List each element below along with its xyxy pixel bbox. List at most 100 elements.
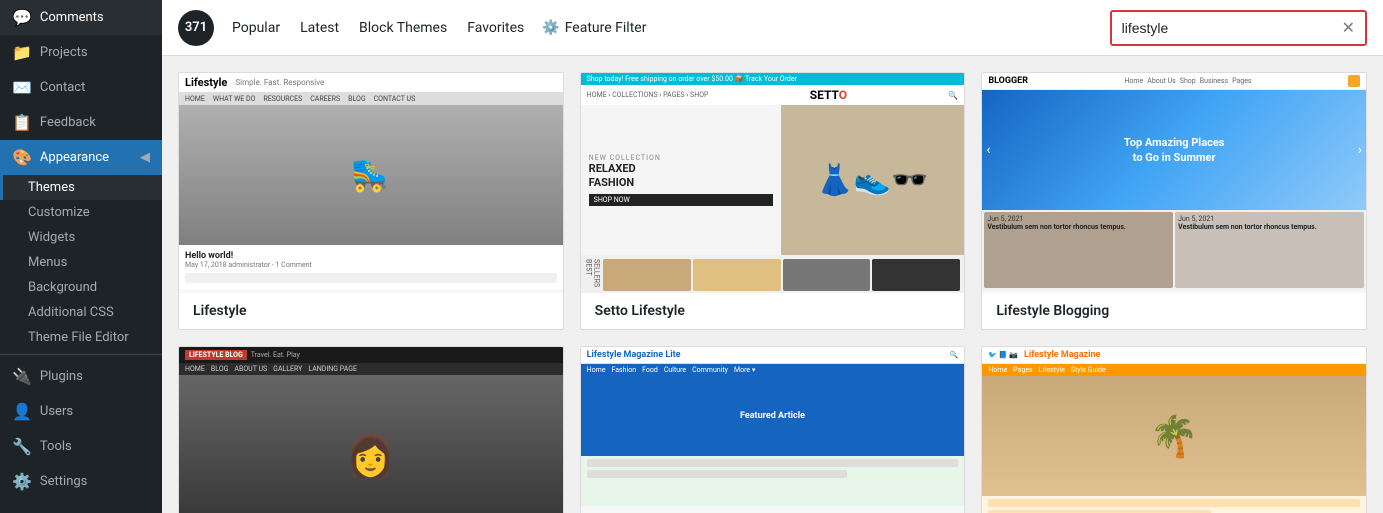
sim-setto-main: NEW COLLECTION RELAXEDFASHION SHOP NOW 👗… xyxy=(581,105,965,255)
sim-lm-hero-img: 🌴 xyxy=(1149,413,1199,460)
theme-card-lifestyle-mag-lite[interactable]: Lifestyle Magazine Lite 🔍 Home Fashion F… xyxy=(580,346,966,513)
sidebar-divider xyxy=(0,354,162,355)
sim-nav-bar: HOME WHAT WE DO RESOURCES CAREERS BLOG C… xyxy=(179,93,563,105)
tab-favorites[interactable]: Favorites xyxy=(465,16,526,40)
sidebar-item-label: Contact xyxy=(40,80,85,95)
sim-grid-1: Jun 5, 2021 Vestibulum sem non tortor rh… xyxy=(984,212,1173,288)
tab-latest[interactable]: Latest xyxy=(298,16,341,40)
theme-sim-setto: Shop today! Free shipping on order over … xyxy=(581,73,965,293)
tab-popular[interactable]: Popular xyxy=(230,16,282,40)
sim-nav-what: WHAT WE DO xyxy=(213,95,256,103)
theme-card-lifestyle-mag[interactable]: 🐦 📘 📷 Lifestyle Magazine Home Pages Life… xyxy=(981,346,1367,513)
skate-emoji: 🛼 xyxy=(351,156,391,194)
sim-nav-contact: CONTACT US xyxy=(374,95,416,103)
sim-lm-nav-lifestyle: Lifestyle xyxy=(1039,366,1065,374)
sim-grid-title-1: Vestibulum sem non tortor rhoncus tempus… xyxy=(987,223,1170,231)
sim-post-excerpt xyxy=(185,273,557,283)
sim-grid-2: Jun 5, 2021 Vestibulum sem non tortor rh… xyxy=(1175,212,1364,288)
sidebar-item-contact[interactable]: ✉️ Contact xyxy=(0,70,162,105)
sim-grid-date-1: Jun 5, 2021 xyxy=(987,215,1170,223)
sim-ml-header: Lifestyle Magazine Lite 🔍 xyxy=(581,347,965,364)
sim-ml-line2 xyxy=(587,470,847,478)
sim-lm-logo: Lifestyle Magazine xyxy=(1024,350,1100,360)
sim-tagline: Simple. Fast. Responsive xyxy=(235,78,324,87)
theme-title-setto: Setto Lifestyle xyxy=(581,293,965,329)
sim-search-icon-sim: 🔍 xyxy=(948,91,958,100)
sidebar-item-settings[interactable]: ⚙️ Settings xyxy=(0,464,162,499)
users-icon: 👤 xyxy=(12,402,32,421)
settings-icon: ⚙️ xyxy=(12,472,32,491)
tools-icon: 🔧 xyxy=(12,437,32,456)
sidebar-item-background[interactable]: Background xyxy=(0,275,162,300)
sidebar-item-menus[interactable]: Menus xyxy=(0,250,162,275)
feedback-icon: 📋 xyxy=(12,113,32,132)
sidebar-subitem-label: Additional CSS xyxy=(28,305,114,320)
sim-lb-logo-bar: LIFESTYLE BLOG Travel. Eat. Play xyxy=(179,347,563,363)
sidebar-item-theme-file-editor[interactable]: Theme File Editor xyxy=(0,325,162,350)
sim-lm-nav-style: Style Guide xyxy=(1071,366,1106,374)
sidebar-item-additional-css[interactable]: Additional CSS xyxy=(0,300,162,325)
sim-collection-label: NEW COLLECTION xyxy=(589,154,773,162)
sidebar-item-comments[interactable]: 💬 Comments xyxy=(0,0,162,35)
sim-best-label: BEST SELLERS xyxy=(585,259,601,291)
sim-product-3 xyxy=(783,259,871,291)
theme-title-blogger: Lifestyle Blogging xyxy=(982,293,1366,329)
sim-lb-logo: LIFESTYLE BLOG xyxy=(185,350,247,360)
sidebar-subitem-label: Background xyxy=(28,280,97,295)
theme-sim-mag: 🐦 📘 📷 Lifestyle Magazine Home Pages Life… xyxy=(982,347,1366,513)
sim-lm-social: 🐦 📘 📷 xyxy=(988,351,1018,359)
sidebar-item-plugins[interactable]: 🔌 Plugins xyxy=(0,359,162,394)
sim-ml-nav-fashion: Fashion xyxy=(612,366,637,374)
sim-blogger-grid: Jun 5, 2021 Vestibulum sem non tortor rh… xyxy=(982,210,1366,290)
theme-preview-setto: Shop today! Free shipping on order over … xyxy=(581,73,965,293)
sim-lm-header: 🐦 📘 📷 Lifestyle Magazine xyxy=(982,347,1366,364)
sim-bn-about: About Us xyxy=(1147,77,1176,85)
sidebar-item-feedback[interactable]: 📋 Feedback xyxy=(0,105,162,140)
sim-ml-hero-text: Featured Article xyxy=(740,411,805,421)
theme-count-badge: 371 xyxy=(178,10,214,46)
theme-sim-mag-lite: Lifestyle Magazine Lite 🔍 Home Fashion F… xyxy=(581,347,965,513)
sim-bn-pages: Pages xyxy=(1232,77,1251,85)
sim-body: Hello world! May 17, 2018 administrator … xyxy=(179,245,563,289)
sim-lb-nav-gallery: GALLERY xyxy=(273,365,302,373)
sim-product-1 xyxy=(603,259,691,291)
sim-blogger-header: BLOGGER Home About Us Shop Business Page… xyxy=(982,73,1366,90)
sim-nav-home: HOME xyxy=(185,95,205,103)
sim-lm-body xyxy=(982,496,1366,513)
sidebar-item-tools[interactable]: 🔧 Tools xyxy=(0,429,162,464)
sim-nav-careers: CAREERS xyxy=(310,95,340,103)
sim-red-o: O xyxy=(839,88,847,102)
feature-filter-button[interactable]: ⚙️ Feature Filter xyxy=(542,20,646,36)
sim-ml-nav: Home Fashion Food Culture Community More… xyxy=(581,364,965,376)
sidebar-subitem-label: Menus xyxy=(28,255,67,270)
sidebar-item-customize[interactable]: Customize xyxy=(0,200,162,225)
sim-ml-nav-culture: Culture xyxy=(664,366,686,374)
sidebar-subitem-label: Theme File Editor xyxy=(28,330,129,345)
tab-block-themes[interactable]: Block Themes xyxy=(357,16,449,40)
sidebar-item-themes[interactable]: Themes xyxy=(0,175,162,200)
sidebar-item-widgets[interactable]: Widgets xyxy=(0,225,162,250)
sim-setto-header: HOME › COLLECTIONS › PAGES › SHOP SETTO … xyxy=(581,85,965,105)
sidebar-item-projects[interactable]: 📁 Projects xyxy=(0,35,162,70)
theme-card-lifestyle[interactable]: Lifestyle Simple. Fast. Responsive HOME … xyxy=(178,72,564,330)
sim-ml-logo: Lifestyle Magazine Lite xyxy=(587,350,681,360)
theme-card-lifestyle-blogging[interactable]: BLOGGER Home About Us Shop Business Page… xyxy=(981,72,1367,330)
search-clear-button[interactable]: ✕ xyxy=(1332,12,1365,44)
main-content: 371 Popular Latest Block Themes Favorite… xyxy=(162,0,1383,513)
comments-icon: 💬 xyxy=(12,8,32,27)
sidebar-item-users[interactable]: 👤 Users xyxy=(0,394,162,429)
sim-bn-shop: Shop xyxy=(1180,77,1196,85)
theme-preview-mag: 🐦 📘 📷 Lifestyle Magazine Home Pages Life… xyxy=(982,347,1366,513)
theme-title-lifestyle: Lifestyle xyxy=(179,293,563,329)
sim-teal-bar: Shop today! Free shipping on order over … xyxy=(581,73,965,85)
theme-card-lifestyle-blog[interactable]: LIFESTYLE BLOG Travel. Eat. Play HOME BL… xyxy=(178,346,564,513)
appearance-icon: 🎨 xyxy=(12,148,32,167)
sim-hero-area: 🛼 xyxy=(179,105,563,245)
sidebar-item-appearance[interactable]: 🎨 Appearance ◀ xyxy=(0,140,162,175)
sidebar-item-label: Comments xyxy=(40,10,104,25)
sim-blogger-title: BLOGGER xyxy=(988,76,1028,86)
sim-setto-logo: SETTO xyxy=(810,88,847,102)
sim-lm-nav: Home Pages Lifestyle Style Guide xyxy=(982,364,1366,376)
theme-card-setto-lifestyle[interactable]: Shop today! Free shipping on order over … xyxy=(580,72,966,330)
search-input[interactable] xyxy=(1112,14,1332,42)
